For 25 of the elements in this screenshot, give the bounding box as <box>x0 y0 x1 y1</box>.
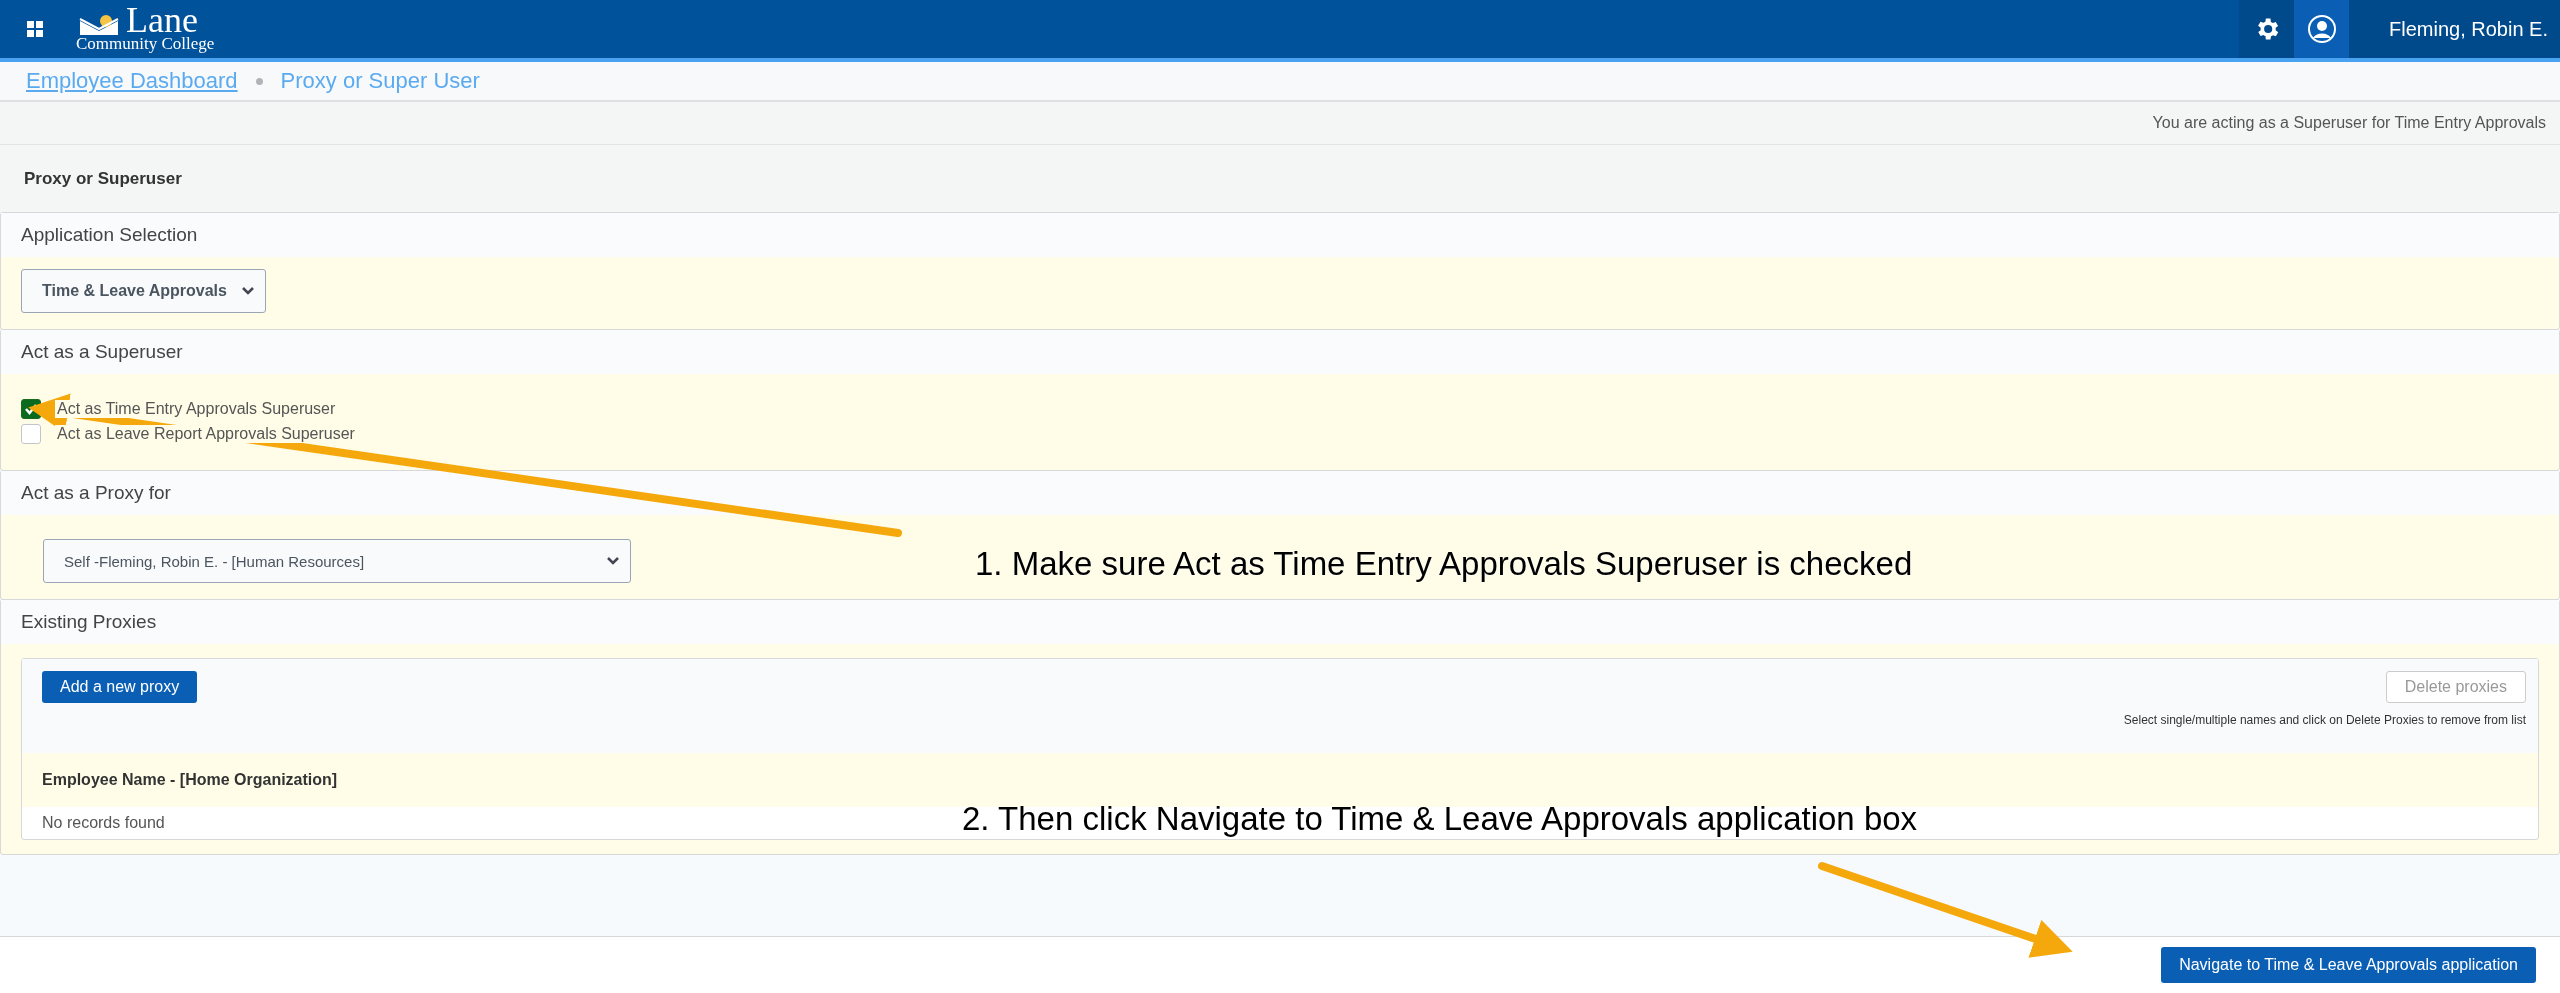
chevron-down-icon <box>240 286 255 296</box>
logo-subtitle: Community College <box>76 35 215 53</box>
add-proxy-button[interactable]: Add a new proxy <box>42 671 198 703</box>
panel-title: Application Selection <box>21 224 198 246</box>
panel-title: Act as a Proxy for <box>21 482 171 504</box>
settings-icon[interactable] <box>2239 0 2295 58</box>
dropdown[interactable]: Time & Leave Approvals <box>21 269 266 313</box>
hint-text: Select single/multiple names and click on Delete Proxies to remove from list <box>2123 713 2526 727</box>
checkbox-label: Act as Time Entry Approvals Superuser <box>55 399 338 418</box>
chevron-down-icon <box>606 556 620 566</box>
user-name[interactable]: Fleming, Robin E. <box>2349 0 2560 58</box>
annotation-text: 1. Make sure Act as Time Entry Approvals Superuser is checked <box>975 545 1913 583</box>
logo-name: Lane <box>126 5 198 35</box>
panel-title: Existing Proxies <box>21 611 157 633</box>
checkbox[interactable] <box>21 423 41 444</box>
page-title: Proxy or Superuser <box>24 169 182 189</box>
notice-text: You are acting as a Superuser for Time Entry Approvals <box>2152 114 2546 132</box>
navigate-button[interactable]: Navigate to Time & Leave Approvals application <box>2161 947 2536 983</box>
checkbox-label: Act as Leave Report Approvals Superuser <box>55 424 357 443</box>
user-avatar-icon[interactable] <box>2294 0 2350 58</box>
column-header: Employee Name - [Home Organization] <box>22 753 2538 807</box>
dropdown[interactable]: Self -Fleming, Robin E. - [Human Resources] <box>43 539 631 583</box>
empty-message: No records found <box>42 814 165 832</box>
breadcrumb-separator <box>255 77 263 85</box>
panel-title: Act as a Superuser <box>21 341 183 363</box>
